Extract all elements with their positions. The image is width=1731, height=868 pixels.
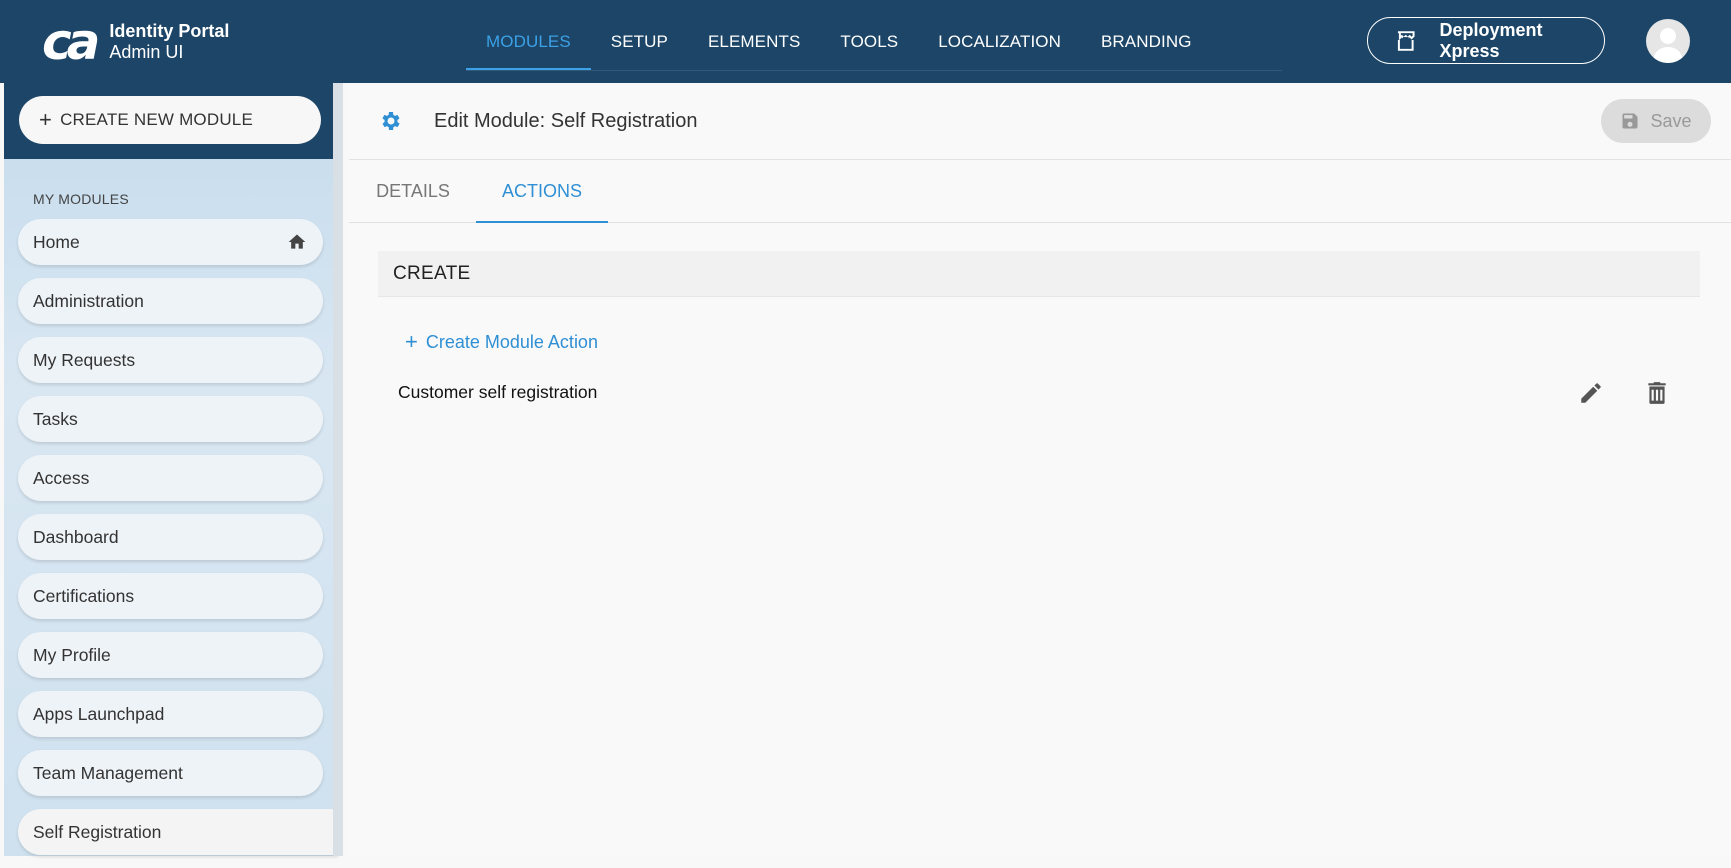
deployment-xpress-button[interactable]: Deployment Xpress [1367, 17, 1605, 64]
floppy-disk-icon [1622, 113, 1638, 129]
sidebar: + CREATE NEW MODULE MY MODULES Home Admi… [4, 83, 338, 856]
app-logo[interactable]: ca Identity Portal Admin UI [42, 13, 230, 71]
save-label: Save [1650, 110, 1692, 131]
pencil-icon[interactable] [1578, 380, 1604, 406]
nav-localization[interactable]: LOCALIZATION [918, 0, 1081, 83]
sidebar-item-self-registration[interactable]: Self Registration [18, 809, 338, 855]
nav-tools[interactable]: TOOLS [820, 0, 918, 83]
nav-modules[interactable]: MODULES [466, 0, 591, 83]
tab-actions[interactable]: ACTIONS [476, 160, 608, 223]
main-content: Edit Module: Self Registration Save DETA… [349, 83, 1731, 856]
home-icon [288, 234, 306, 249]
action-name: Customer self registration [398, 382, 598, 402]
nav-branding[interactable]: BRANDING [1081, 0, 1212, 83]
tab-details[interactable]: DETAILS [349, 160, 477, 222]
store-icon [1397, 30, 1415, 51]
sidebar-item-dashboard[interactable]: Dashboard [18, 514, 323, 560]
sidebar-item-administration[interactable]: Administration [18, 278, 323, 324]
sidebar-item-certifications[interactable]: Certifications [18, 573, 323, 619]
sidebar-item-my-profile[interactable]: My Profile [18, 632, 323, 678]
create-new-module-label: CREATE NEW MODULE [60, 110, 253, 129]
trash-icon[interactable] [1644, 380, 1670, 406]
sidebar-item-apps-launchpad[interactable]: Apps Launchpad [18, 691, 323, 737]
edit-header: Edit Module: Self Registration Save [349, 83, 1731, 160]
app-title: Identity Portal [109, 21, 230, 41]
sidebar-item-tasks[interactable]: Tasks [18, 396, 323, 442]
page-title: Edit Module: Self Registration [434, 110, 698, 132]
sidebar-item-team-management[interactable]: Team Management [18, 750, 323, 796]
action-row: Customer self registration [378, 363, 1700, 419]
sidebar-item-home[interactable]: Home [18, 219, 323, 265]
sidebar-item-access[interactable]: Access [18, 455, 323, 501]
tab-bar: DETAILS ACTIONS [349, 160, 1731, 223]
main-nav: MODULES SETUP ELEMENTS TOOLS LOCALIZATIO… [466, 0, 1212, 83]
top-bar: ca Identity Portal Admin UI MODULES SETU… [0, 0, 1731, 83]
create-module-action-link[interactable]: + Create Module Action [405, 331, 598, 353]
user-avatar[interactable] [1646, 19, 1690, 63]
my-modules-heading: MY MODULES [33, 191, 129, 207]
create-new-module-button[interactable]: + CREATE NEW MODULE [19, 96, 321, 144]
nav-setup[interactable]: SETUP [591, 0, 688, 83]
ca-logo-mark: ca [42, 13, 100, 71]
create-section-header: CREATE [378, 251, 1700, 297]
module-list: Home Administration My Requests Tasks Ac… [18, 219, 338, 868]
nav-elements[interactable]: ELEMENTS [688, 0, 820, 83]
plus-icon: + [405, 329, 418, 354]
sidebar-item-my-requests[interactable]: My Requests [18, 337, 323, 383]
app-subtitle: Admin UI [109, 42, 184, 62]
sidebar-scrollbar[interactable] [333, 83, 343, 856]
plus-icon: + [39, 107, 53, 132]
user-icon [1653, 28, 1683, 63]
save-button[interactable]: Save [1601, 99, 1711, 143]
gear-icon [382, 112, 400, 130]
deployment-xpress-label: Deployment Xpress [1439, 19, 1543, 61]
create-module-action-label: Create Module Action [425, 331, 598, 352]
